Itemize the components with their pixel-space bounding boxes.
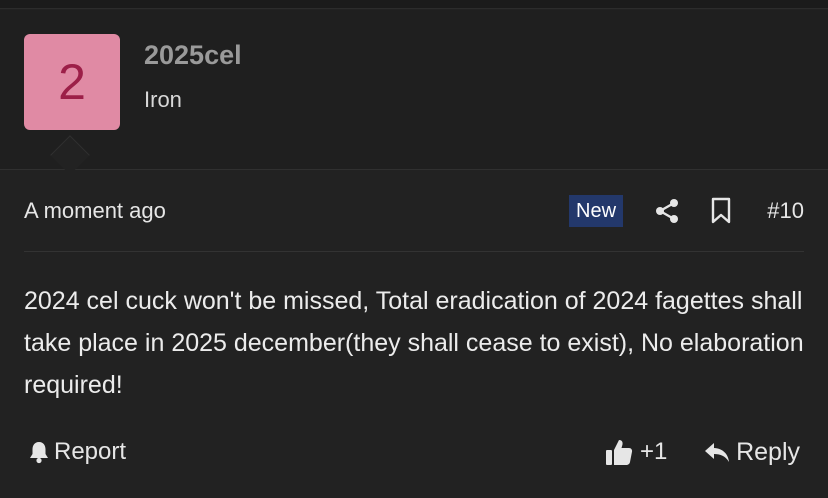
post-meta: A moment ago New #10 <box>24 190 804 234</box>
divider <box>24 251 804 252</box>
share-icon <box>656 199 678 223</box>
avatar-letter: 2 <box>58 54 86 110</box>
bookmark-icon <box>711 197 731 224</box>
like-button[interactable]: +1 <box>604 437 667 467</box>
post-body: 2024 cel cuck won't be missed, Total era… <box>24 287 804 399</box>
post-timestamp: A moment ago <box>24 198 166 223</box>
thumbs-up-icon <box>606 440 633 465</box>
reply-label: Reply <box>736 438 800 466</box>
bell-icon <box>30 442 48 464</box>
reply-button[interactable]: Reply <box>704 438 800 467</box>
post-number[interactable]: #10 <box>767 198 804 224</box>
top-strip <box>0 0 828 9</box>
new-badge: New <box>569 195 624 227</box>
reply-arrow-icon <box>705 442 730 462</box>
bookmark-button[interactable] <box>709 197 733 225</box>
like-count: +1 <box>640 438 668 465</box>
post-actions: Report +1 Reply <box>24 434 804 474</box>
report-button[interactable]: Report <box>28 438 126 466</box>
share-button[interactable] <box>654 198 680 224</box>
username[interactable]: 2025cel <box>144 40 242 71</box>
avatar[interactable]: 2 <box>24 34 120 130</box>
report-label: Report <box>54 438 127 465</box>
user-rank: Iron <box>144 87 182 112</box>
user-header: 2 2025cel Iron <box>0 10 828 170</box>
